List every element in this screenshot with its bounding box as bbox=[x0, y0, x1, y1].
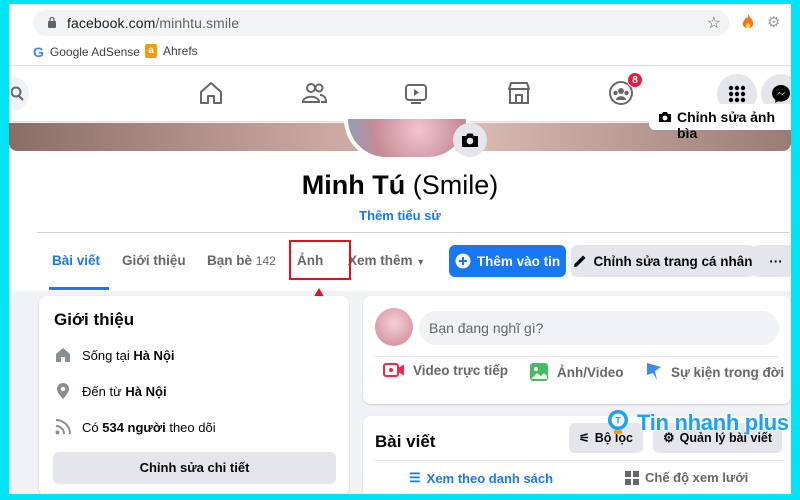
flag-icon bbox=[647, 363, 661, 380]
more-options-button[interactable]: ··· bbox=[752, 245, 791, 277]
bulb-logo-icon: T bbox=[608, 410, 628, 434]
google-icon: G bbox=[33, 44, 44, 60]
profile-name: Minh Tú (Smile) bbox=[301, 170, 499, 200]
photos-tab-highlight bbox=[289, 240, 351, 280]
tab-about[interactable]: Giới thiệu bbox=[122, 253, 186, 268]
search-icon bbox=[11, 86, 24, 101]
composer-divider bbox=[375, 356, 779, 357]
composer-input[interactable]: Bạn đang nghĩ gì? bbox=[419, 311, 779, 345]
live-video-button[interactable]: Video trực tiếp bbox=[383, 362, 508, 378]
intro-title: Giới thiệu bbox=[54, 310, 135, 329]
header-divider bbox=[37, 232, 789, 233]
photo-icon bbox=[530, 363, 548, 381]
search-button[interactable] bbox=[9, 76, 29, 112]
more-dots-icon: ··· bbox=[769, 253, 783, 269]
lock-icon bbox=[48, 16, 56, 28]
intro-card: Giới thiệu Sống tại Hà Nội Đến từ Hà Nội… bbox=[39, 296, 349, 494]
bookmark-star-icon[interactable]: ☆ bbox=[707, 13, 721, 33]
active-tab-indicator bbox=[49, 287, 109, 290]
address-bar-row: facebook.com/minhtu.smile ☆ ⚙ bbox=[9, 4, 791, 40]
bookmark-ahrefs[interactable]: a Ahrefs bbox=[145, 44, 198, 58]
address-bar[interactable]: facebook.com/minhtu.smile ☆ bbox=[33, 10, 729, 36]
browser-window: facebook.com/minhtu.smile ☆ ⚙ G Google A… bbox=[9, 4, 791, 494]
messenger-icon bbox=[772, 85, 790, 103]
update-profile-picture-button[interactable] bbox=[453, 123, 487, 157]
grid-view-tab[interactable]: Chế độ xem lưới bbox=[625, 470, 748, 485]
list-icon: ☰ bbox=[409, 470, 421, 485]
plus-circle-icon bbox=[455, 253, 471, 269]
life-event-button[interactable]: Sự kiện trong đời bbox=[645, 362, 784, 382]
tab-friends[interactable]: Bạn bè 142 bbox=[207, 253, 276, 268]
grid-icon bbox=[625, 470, 639, 485]
watch-icon[interactable] bbox=[402, 79, 430, 107]
live-video-icon bbox=[383, 363, 404, 377]
grid-menu-icon bbox=[728, 85, 746, 103]
caret-down-icon: ▼ bbox=[416, 257, 426, 267]
list-view-tab[interactable]: ☰ Xem theo danh sách bbox=[409, 470, 553, 486]
intro-followers: Có 534 người theo dõi bbox=[54, 418, 216, 436]
add-bio-link[interactable]: Thêm tiểu sử bbox=[9, 208, 791, 223]
photo-video-button[interactable]: Ảnh/Video bbox=[529, 362, 624, 382]
groups-notification-badge: 8 bbox=[627, 72, 643, 88]
post-composer-card: Bạn đang nghĩ gì? Video trực tiếp Ảnh/Vi… bbox=[363, 296, 791, 404]
edit-cover-photo-button[interactable]: Chỉnh sửa ảnh bìa bbox=[649, 104, 791, 141]
composer-avatar bbox=[375, 308, 413, 346]
url-text: facebook.com/minhtu.smile bbox=[67, 15, 240, 31]
posts-divider bbox=[375, 460, 785, 461]
pencil-icon bbox=[574, 255, 586, 267]
fire-extension-icon[interactable] bbox=[741, 14, 755, 30]
watermark-logo: T Tin nhanh plus bbox=[603, 408, 789, 438]
posts-title: Bài viết bbox=[375, 432, 436, 451]
edit-profile-button[interactable]: Chỉnh sửa trang cá nhân bbox=[571, 245, 755, 277]
friends-icon[interactable] bbox=[300, 79, 328, 107]
tab-posts[interactable]: Bài viết bbox=[52, 253, 100, 268]
filter-icon: ⚟ bbox=[579, 431, 590, 445]
intro-lives-in: Sống tại Hà Nội bbox=[54, 346, 175, 364]
home-icon[interactable] bbox=[197, 79, 225, 107]
camera-icon bbox=[659, 112, 671, 122]
gear-extension-icon[interactable]: ⚙ bbox=[767, 13, 780, 31]
bookmarks-bar: G Google AdSense a Ahrefs bbox=[9, 40, 791, 66]
bookmark-google-adsense[interactable]: G Google AdSense bbox=[33, 44, 140, 60]
marketplace-icon[interactable] bbox=[505, 79, 533, 107]
intro-from: Đến từ Hà Nội bbox=[54, 382, 167, 400]
add-to-story-button[interactable]: Thêm vào tin bbox=[449, 245, 566, 277]
location-pin-icon bbox=[57, 383, 69, 399]
home-icon bbox=[56, 348, 70, 362]
edit-details-button[interactable]: Chỉnh sửa chi tiết bbox=[53, 452, 336, 484]
tab-more[interactable]: Xem thêm ▼ bbox=[348, 253, 425, 268]
ahrefs-icon: a bbox=[145, 44, 157, 58]
svg-text:T: T bbox=[615, 416, 621, 426]
rss-icon bbox=[55, 419, 71, 435]
camera-icon bbox=[462, 133, 478, 147]
